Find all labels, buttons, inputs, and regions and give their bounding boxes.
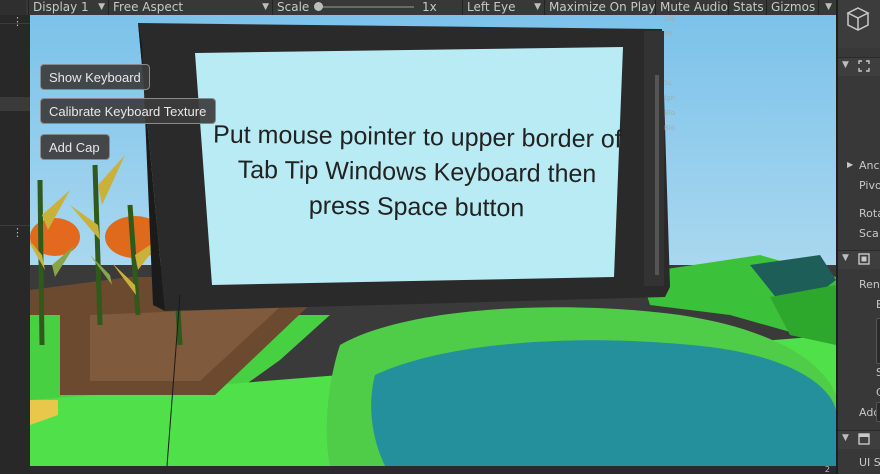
display-dropdown[interactable]: Display 1 ▼ bbox=[28, 0, 108, 15]
stats-toggle[interactable]: Stats bbox=[728, 0, 766, 15]
property-label: S bbox=[876, 366, 880, 379]
collapse-arrow-icon[interactable]: ▼ bbox=[842, 433, 849, 443]
mute-audio-toggle[interactable]: Mute Audio bbox=[655, 0, 728, 15]
kebab-menu-icon[interactable]: ⋮ bbox=[12, 16, 23, 27]
canvas-component-header[interactable]: ▼ bbox=[838, 250, 880, 269]
pond-water bbox=[371, 340, 836, 466]
camera-field[interactable] bbox=[876, 318, 880, 364]
game-viewport[interactable]: Dis Pit Sc Ign Blo Blo Put mouse pointer… bbox=[30, 15, 836, 466]
inner-label: Sc bbox=[664, 79, 673, 87]
inner-label: Pit bbox=[664, 30, 673, 38]
hierarchy-panel-strip: ⋮ ⋮ bbox=[0, 15, 30, 474]
rect-transform-header[interactable]: ▼ bbox=[838, 57, 880, 76]
bottom-counter: 2 bbox=[824, 465, 830, 474]
calibrate-keyboard-texture-button[interactable]: Calibrate Keyboard Texture bbox=[40, 98, 216, 124]
viewport-bottom-bar bbox=[30, 466, 836, 474]
inspector-header bbox=[838, 0, 880, 48]
scale-value: 1x bbox=[422, 0, 437, 14]
inner-panel-scrollbar bbox=[655, 75, 659, 275]
maximize-on-play-toggle[interactable]: Maximize On Play bbox=[544, 0, 655, 15]
scale-label: Sca bbox=[859, 227, 879, 240]
inner-label: Blo bbox=[664, 109, 676, 117]
pivot-label: Pivo bbox=[859, 179, 880, 192]
gameobject-cube-icon bbox=[846, 7, 870, 31]
inner-label: Blo bbox=[664, 124, 676, 132]
aspect-dropdown[interactable]: Free Aspect ▼ bbox=[108, 0, 272, 15]
rect-transform-icon bbox=[858, 60, 870, 72]
inner-panel-labels: Dis Pit Sc Ign Blo Blo bbox=[664, 15, 675, 132]
collapse-arrow-icon[interactable]: ▼ bbox=[842, 60, 849, 70]
keyboard-calibration-message: Put mouse pointer to upper border of Tab… bbox=[212, 120, 622, 223]
canvas-scaler-header[interactable]: ▼ bbox=[838, 430, 880, 449]
chevron-down-icon: ▼ bbox=[98, 2, 105, 12]
display-dropdown-label: Display 1 bbox=[33, 0, 89, 14]
inner-label: Dis bbox=[664, 15, 675, 23]
canvas-icon bbox=[858, 253, 870, 265]
kebab-menu-icon[interactable]: ⋮ bbox=[12, 227, 23, 238]
inspector-panel: ▼ ▶ Anc Pivo Rota Sca ▼ Ren E S C Add ▼ … bbox=[836, 0, 880, 474]
anchors-label: ▶ Anc bbox=[847, 159, 880, 172]
gizmos-dropdown[interactable]: ▼ bbox=[818, 0, 836, 15]
canvas-scaler-icon bbox=[858, 433, 870, 445]
eye-dropdown-label: Left Eye bbox=[467, 0, 516, 14]
rotation-label: Rota bbox=[859, 207, 880, 220]
chevron-down-icon: ▼ bbox=[825, 2, 832, 12]
chevron-down-icon: ▼ bbox=[262, 2, 269, 12]
collapse-arrow-icon[interactable]: ▼ bbox=[842, 253, 849, 263]
scale-slider-handle[interactable] bbox=[314, 2, 323, 11]
ui-scale-mode-label: UI S bbox=[859, 456, 880, 469]
shader-channels-field[interactable] bbox=[876, 402, 880, 422]
show-keyboard-button[interactable]: Show Keyboard bbox=[40, 64, 150, 90]
property-label: E bbox=[876, 298, 880, 311]
chevron-down-icon: ▼ bbox=[534, 2, 541, 12]
hierarchy-selected-row[interactable] bbox=[0, 97, 30, 111]
expand-arrow-icon[interactable]: ▶ bbox=[847, 160, 853, 169]
aspect-dropdown-label: Free Aspect bbox=[113, 0, 184, 14]
property-label: C bbox=[876, 386, 880, 399]
inner-label: Ign bbox=[664, 94, 675, 102]
render-mode-label: Ren bbox=[859, 278, 880, 291]
eye-dropdown[interactable]: Left Eye ▼ bbox=[462, 0, 544, 15]
scene-render bbox=[30, 15, 836, 466]
gizmos-toggle[interactable]: Gizmos bbox=[766, 0, 818, 15]
toolbar-tab-stub[interactable] bbox=[0, 0, 26, 15]
scale-slider-track[interactable] bbox=[318, 6, 414, 8]
inner-panel-column bbox=[644, 31, 664, 286]
add-cap-button[interactable]: Add Cap bbox=[40, 134, 110, 160]
game-view-toolbar: Display 1 ▼ Free Aspect ▼ Scale 1x Left … bbox=[0, 0, 880, 15]
scale-label: Scale bbox=[277, 0, 310, 14]
